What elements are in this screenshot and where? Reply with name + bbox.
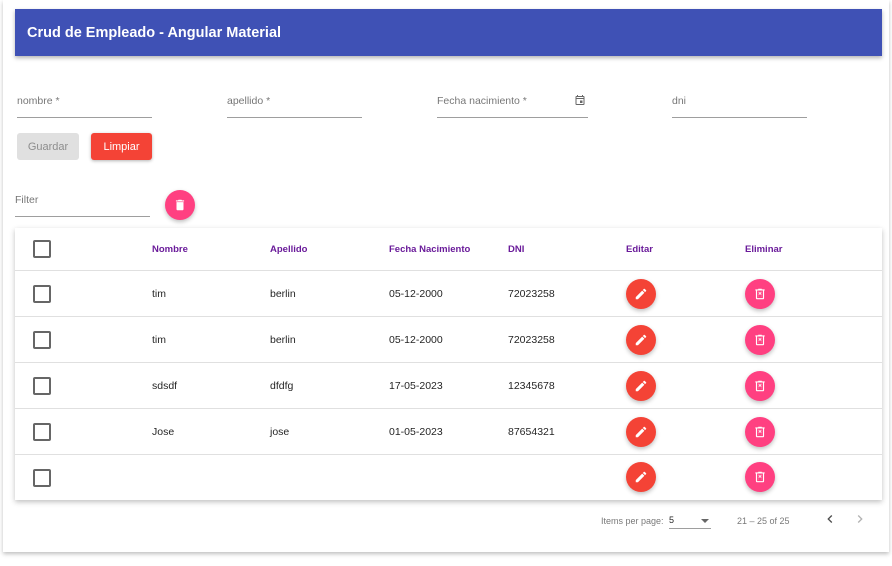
dni-field[interactable]: dni (672, 95, 807, 118)
delete-button[interactable] (745, 325, 775, 355)
header-eliminar: Eliminar (745, 244, 783, 255)
previous-page-icon[interactable] (822, 511, 838, 527)
items-per-page-label: Items per page: (601, 516, 664, 526)
delete-button[interactable] (745, 279, 775, 309)
header-apellido[interactable]: Apellido (270, 244, 307, 255)
cell-nombre: sdsdf (152, 380, 178, 392)
edit-icon (635, 426, 647, 438)
nombre-label: nombre * (17, 95, 60, 107)
table-row: Jose jose 01-05-2023 87654321 (15, 409, 882, 455)
delete-button[interactable] (745, 371, 775, 401)
cell-dni: 12345678 (508, 380, 555, 392)
apellido-field[interactable]: apellido * (227, 95, 362, 118)
select-all-checkbox[interactable] (33, 240, 51, 258)
delete-button[interactable] (745, 462, 775, 492)
fecha-nacimiento-label: Fecha nacimiento * (437, 95, 527, 107)
edit-button[interactable] (626, 417, 656, 447)
cell-apellido: berlin (270, 334, 296, 346)
edit-icon (635, 288, 647, 300)
fecha-nacimiento-field[interactable]: Fecha nacimiento * (437, 95, 588, 118)
cell-nombre: Jose (152, 426, 175, 438)
save-button[interactable]: Guardar (17, 133, 79, 160)
row-checkbox[interactable] (33, 377, 51, 395)
row-checkbox[interactable] (33, 331, 51, 349)
cell-dni: 87654321 (508, 426, 555, 438)
cell-fecha: 05-12-2000 (389, 334, 443, 346)
dni-label: dni (672, 95, 687, 107)
page-range-label: 21 – 25 of 25 (737, 516, 790, 526)
filter-label: Filter (15, 194, 39, 206)
edit-button[interactable] (626, 462, 656, 492)
filter-delete-button[interactable] (165, 190, 195, 220)
cell-nombre: tim (152, 334, 166, 346)
table-header-row: Nombre Apellido Fecha Nacimiento DNI Edi… (15, 228, 882, 271)
delete-icon (755, 471, 765, 483)
table-row: tim berlin 05-12-2000 72023258 (15, 317, 882, 363)
app-title: Crud de Empleado - Angular Material (27, 24, 282, 41)
delete-button[interactable] (745, 417, 775, 447)
header-editar: Editar (626, 244, 653, 255)
cell-dni: 72023258 (508, 288, 555, 300)
table-row: sdsdf dfdfg 17-05-2023 12345678 (15, 363, 882, 409)
employee-table: Nombre Apellido Fecha Nacimiento DNI Edi… (15, 228, 882, 500)
page-size-select[interactable]: 5 (669, 514, 711, 529)
dropdown-arrow-icon (701, 519, 709, 523)
row-checkbox[interactable] (33, 423, 51, 441)
cell-apellido: jose (270, 426, 290, 438)
edit-button[interactable] (626, 325, 656, 355)
header-fecha-nacimiento[interactable]: Fecha Nacimiento (389, 244, 470, 255)
filter-input[interactable]: Filter (15, 194, 150, 217)
header-nombre[interactable]: Nombre (152, 244, 188, 255)
edit-icon (635, 471, 647, 483)
row-checkbox[interactable] (33, 285, 51, 303)
delete-icon (755, 426, 765, 438)
edit-button[interactable] (626, 371, 656, 401)
cell-fecha: 05-12-2000 (389, 288, 443, 300)
edit-button[interactable] (626, 279, 656, 309)
cell-dni: 72023258 (508, 334, 555, 346)
delete-icon (755, 288, 765, 300)
nombre-field[interactable]: nombre * (17, 95, 152, 118)
edit-icon (635, 334, 647, 346)
table-row: tim berlin 05-12-2000 72023258 (15, 271, 882, 317)
delete-icon (755, 334, 765, 346)
app-toolbar: Crud de Empleado - Angular Material (15, 9, 882, 56)
cell-apellido: berlin (270, 288, 296, 300)
row-checkbox[interactable] (33, 469, 51, 487)
delete-icon (755, 380, 765, 392)
paginator: Items per page: 5 21 – 25 of 25 (0, 500, 892, 545)
header-dni[interactable]: DNI (508, 244, 524, 255)
clear-button[interactable]: Limpiar (91, 133, 152, 160)
next-page-icon[interactable] (852, 511, 868, 527)
cell-nombre: tim (152, 288, 166, 300)
delete-icon (175, 199, 185, 211)
table-row (15, 455, 882, 499)
cell-apellido: dfdfg (270, 380, 294, 392)
edit-icon (635, 380, 647, 392)
apellido-label: apellido * (227, 95, 271, 107)
cell-fecha: 17-05-2023 (389, 380, 443, 392)
page-size-value: 5 (669, 515, 675, 525)
calendar-icon[interactable] (574, 94, 586, 106)
cell-fecha: 01-05-2023 (389, 426, 443, 438)
